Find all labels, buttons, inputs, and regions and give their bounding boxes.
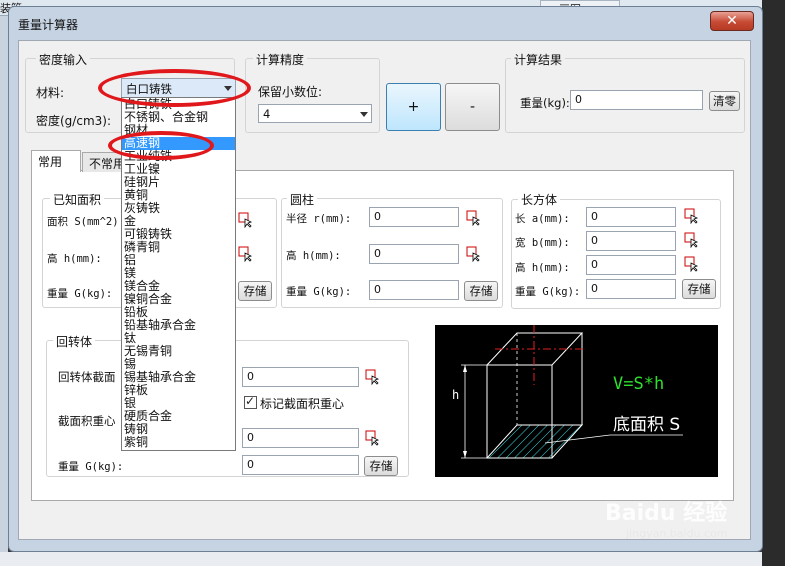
cuboid-weight-field[interactable]: 0 <box>586 279 676 299</box>
result-weight-label: 重量(kg): <box>520 96 570 110</box>
base-area-label: 底面积 S <box>613 415 680 435</box>
pick-icon[interactable] <box>466 210 482 226</box>
cylinder-weight-field[interactable]: 0 <box>369 280 459 300</box>
background-window-edge <box>0 0 8 566</box>
material-option[interactable]: 紫铜 <box>122 436 235 449</box>
cuboid-height-field[interactable]: 0 <box>586 255 676 275</box>
volume-formula: V=S*h <box>613 374 664 394</box>
add-button[interactable]: + <box>386 83 441 131</box>
baidu-watermark-url: jingyan.baidu.com <box>626 527 728 540</box>
pick-icon[interactable] <box>365 430 381 446</box>
subtract-button[interactable]: - <box>445 83 500 131</box>
cuboid-width-field[interactable]: 0 <box>586 231 676 251</box>
desktop-background <box>762 0 785 566</box>
density-group-legend: 密度输入 <box>36 51 91 68</box>
material-option[interactable]: 锌板 <box>122 384 235 397</box>
known-area-area-label: 面积 S(mm^2) <box>47 216 119 228</box>
material-label: 材料: <box>36 86 65 100</box>
cylinder-weight-label: 重量 G(kg): <box>286 286 352 298</box>
pick-icon[interactable] <box>238 246 254 262</box>
mark-centroid-checkbox[interactable] <box>244 394 257 409</box>
highlight-ellipse-item <box>108 131 214 160</box>
cylinder-height-field[interactable]: 0 <box>369 244 459 264</box>
revolution-centroid-label: 截面积重心 <box>58 414 116 428</box>
mark-centroid-label: 标记截面积重心 <box>260 397 345 411</box>
cuboid-length-label: 长 a(mm): <box>515 213 570 225</box>
material-option[interactable]: 磷青铜 <box>122 241 235 254</box>
tab-common[interactable]: 常用 <box>31 150 81 172</box>
decimals-label: 保留小数位: <box>258 85 323 99</box>
known-area-store-button[interactable]: 存储 <box>238 281 272 301</box>
revolution-section-area-label: 回转体截面 <box>58 370 116 384</box>
clear-button[interactable]: 清零 <box>709 91 740 111</box>
decimals-select-value: 4 <box>263 107 271 121</box>
density-label: 密度(g/cm3): <box>36 114 111 128</box>
decimals-select[interactable]: 4 <box>258 104 372 123</box>
known-area-weight-label: 重量 G(kg): <box>47 288 113 300</box>
cuboid-length-field[interactable]: 0 <box>586 207 676 227</box>
pick-icon[interactable] <box>684 256 700 272</box>
cuboid-legend: 长方体 <box>518 191 561 208</box>
revolution-weight-label: 重量 G(kg): <box>58 461 124 473</box>
close-button[interactable]: ✕ <box>710 11 754 31</box>
material-option[interactable]: 无锡青铜 <box>122 345 235 358</box>
cuboid-height-label: 高 h(mm): <box>515 262 570 274</box>
precision-group-legend: 计算精度 <box>253 51 308 68</box>
cylinder-legend: 圆柱 <box>287 191 318 208</box>
revolution-centroid-field[interactable]: 0 <box>242 428 359 448</box>
pick-icon[interactable] <box>466 246 482 262</box>
known-area-height-label: 高 h(mm): <box>47 253 102 265</box>
result-group-legend: 计算结果 <box>511 51 566 68</box>
pick-icon[interactable] <box>238 212 254 228</box>
material-option[interactable]: 铅基轴承合金 <box>122 319 235 332</box>
dialog-title: 重量计算器 <box>18 18 79 32</box>
revolution-store-button[interactable]: 存储 <box>364 456 398 476</box>
revolution-weight-field[interactable]: 0 <box>242 455 359 475</box>
cylinder-radius-field[interactable]: 0 <box>369 207 459 227</box>
prism-diagram: h V=S*h 底面积 S <box>452 325 683 459</box>
cylinder-radius-label: 半径 r(mm): <box>286 213 352 225</box>
formula-diagram: h V=S*h 底面积 S <box>435 325 718 477</box>
cuboid-weight-label: 重量 G(kg): <box>515 286 581 298</box>
cylinder-height-label: 高 h(mm): <box>286 250 341 262</box>
baidu-watermark: Baidu 经验 <box>605 501 728 526</box>
chevron-down-icon <box>360 112 368 117</box>
background-statusbar <box>0 552 762 566</box>
pick-icon[interactable] <box>365 369 381 385</box>
pick-icon[interactable] <box>684 208 700 224</box>
cuboid-store-button[interactable]: 存储 <box>682 279 716 299</box>
known-area-legend: 已知面积 <box>50 191 105 208</box>
result-weight-field[interactable]: 0 <box>570 90 703 110</box>
material-option[interactable]: 灰铸铁 <box>122 202 235 215</box>
pick-icon[interactable] <box>684 232 700 248</box>
material-option[interactable]: 铝 <box>122 254 235 267</box>
cuboid-width-label: 宽 b(mm): <box>515 237 570 249</box>
cylinder-store-button[interactable]: 存储 <box>464 281 498 301</box>
revolution-section-area-field[interactable]: 0 <box>242 367 359 387</box>
revolution-legend: 回转体 <box>53 333 96 350</box>
highlight-ellipse-select <box>98 69 251 107</box>
height-mark: h <box>452 388 459 402</box>
